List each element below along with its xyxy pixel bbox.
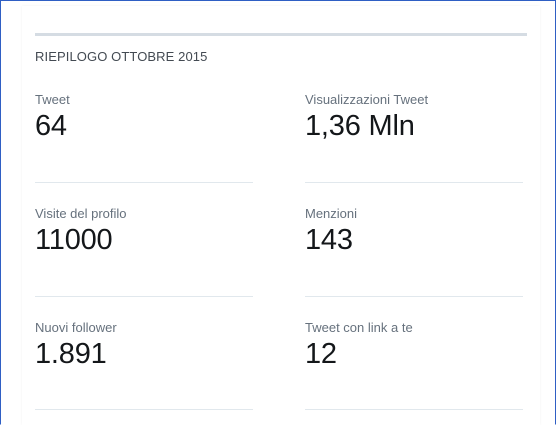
stat-value: 64 bbox=[35, 110, 67, 142]
stat-value: 12 bbox=[305, 338, 337, 370]
stat-new-followers: Nuovi follower 1.891 bbox=[35, 320, 117, 370]
divider bbox=[35, 409, 253, 410]
stat-profile-visits: Visite del profilo 11000 bbox=[35, 206, 127, 256]
stat-value: 11000 bbox=[35, 224, 113, 256]
stat-label: Nuovi follower bbox=[35, 320, 117, 335]
divider bbox=[305, 182, 523, 183]
stat-label: Tweet bbox=[35, 92, 70, 107]
stat-tweets-linking: Tweet con link a te 12 bbox=[305, 320, 413, 370]
divider bbox=[35, 296, 253, 297]
divider bbox=[305, 409, 523, 410]
stat-label: Menzioni bbox=[305, 206, 358, 221]
summary-title: RIEPILOGO OTTOBRE 2015 bbox=[35, 49, 208, 64]
divider bbox=[35, 182, 253, 183]
stat-tweet: Tweet 64 bbox=[35, 92, 70, 142]
divider bbox=[305, 296, 523, 297]
stat-mentions: Menzioni 143 bbox=[305, 206, 357, 256]
stat-tweet-impressions: Visualizzazioni Tweet 1,36 Mln bbox=[305, 92, 428, 142]
stat-value: 1,36 Mln bbox=[305, 110, 415, 142]
summary-card: RIEPILOGO OTTOBRE 2015 Tweet 64 Visualiz… bbox=[22, 6, 540, 425]
top-rule bbox=[35, 33, 527, 36]
stat-label: Tweet con link a te bbox=[305, 320, 413, 335]
stat-label: Visualizzazioni Tweet bbox=[305, 92, 429, 107]
stat-value: 1.891 bbox=[35, 338, 107, 370]
stat-label: Visite del profilo bbox=[35, 206, 127, 221]
stat-value: 143 bbox=[305, 224, 353, 256]
